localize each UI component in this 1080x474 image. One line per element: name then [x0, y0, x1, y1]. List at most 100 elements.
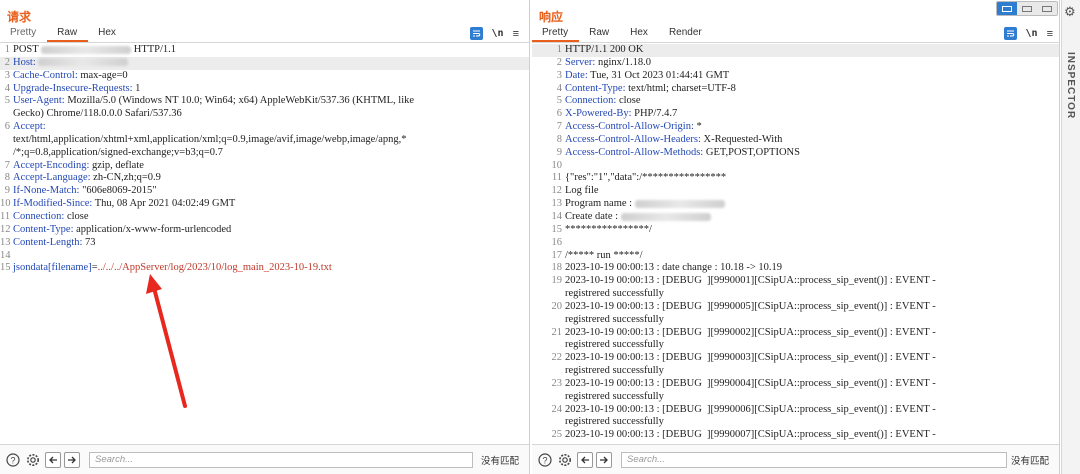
arrow-right-icon[interactable] [596, 451, 612, 468]
hamburger-menu-icon[interactable]: ≡ [1047, 28, 1053, 40]
tab-raw[interactable]: Raw [47, 24, 89, 42]
request-search-bar: ? Search... 没有匹配 [0, 444, 529, 474]
request-editor[interactable]: 1 POST HTTP/1.1 2 Host: 3 Cache-Control: max… [0, 44, 529, 444]
text-segment: GET,POST,OPTIONS [703, 146, 800, 158]
header-name: Host: [13, 56, 36, 68]
text-segment: application/x-www-form-urlencoded [73, 223, 232, 235]
header-name: Connection: [13, 210, 65, 222]
arrow-right-icon[interactable] [64, 451, 80, 468]
show-newlines-icon[interactable]: \n [1026, 28, 1038, 39]
line-text: 2023-10-19 00:00:13 : date change : 10.1… [565, 262, 1059, 275]
line-text: 2023-10-19 00:00:13 : [DEBUG ][9990007][… [565, 429, 1059, 442]
line-number: 1 [4, 44, 10, 55]
line-number [532, 365, 565, 378]
line-number: 15 [0, 262, 11, 274]
line-number: 18 [551, 262, 563, 274]
code-line: 19 2023-10-19 00:00:13 : [DEBUG ][9990001… [532, 275, 1059, 288]
line-text: Content-Length: 73 [13, 237, 529, 250]
wrap-lines-icon[interactable] [469, 27, 483, 40]
line-number: 2 [556, 56, 562, 68]
line-number: 13 [0, 236, 11, 248]
request-toolbar: \n ≡ [469, 27, 519, 40]
layout-tabs-button[interactable] [1037, 2, 1057, 15]
help-icon[interactable]: ? [5, 452, 20, 467]
line-number [532, 314, 565, 327]
tab-hex[interactable]: Hex [88, 24, 127, 42]
code-line: 6 Accept: [0, 121, 529, 134]
text-segment: text/html,application/xhtml+xml,applicat… [13, 133, 407, 145]
gear-icon[interactable] [557, 452, 572, 467]
text-segment: registrered successfully [565, 390, 664, 402]
text-segment: 73 [82, 236, 96, 248]
line-text: Gecko) Chrome/118.0.0.0 Safari/537.36 [13, 108, 529, 121]
gear-icon[interactable] [25, 452, 40, 467]
line-text: registrered successfully [565, 288, 1059, 301]
arrow-left-icon[interactable] [577, 451, 593, 468]
text-segment: 2023-10-19 00:00:13 : [DEBUG ][9990003][… [565, 352, 936, 364]
code-line: 23 2023-10-19 00:00:13 : [DEBUG ][9990004… [532, 378, 1059, 391]
line-number: 15 [551, 223, 563, 235]
line-text: Program name : [565, 198, 1059, 211]
gear-icon[interactable]: ⚙ [1064, 4, 1076, 20]
inspector-sidebar[interactable]: ⚙ INSPECTOR [1061, 0, 1080, 474]
text-segment: X-Requested-With [700, 133, 783, 145]
line-text: Date: Tue, 31 Oct 2023 01:44:41 GMT [565, 70, 1059, 83]
header-name: Accept-Encoding: [13, 159, 90, 171]
code-line: 4 Content-Type: text/html; charset=UTF-8 [532, 83, 1059, 96]
line-number: 16 [551, 236, 563, 248]
line-text: Accept: [13, 121, 529, 134]
text-segment: 2023-10-19 00:00:13 : [DEBUG ][9990004][… [565, 377, 936, 389]
redacted-text [620, 212, 711, 221]
line-number [0, 108, 13, 121]
tab-hex[interactable]: Hex [620, 24, 659, 42]
hamburger-menu-icon[interactable]: ≡ [513, 28, 519, 40]
line-number: 3 [4, 69, 10, 81]
line-text: Server: nginx/1.18.0 [565, 57, 1059, 70]
wrap-lines-icon[interactable] [1003, 27, 1017, 40]
code-line: 17/***** run *****/ [532, 250, 1059, 263]
line-text: POST HTTP/1.1 [13, 44, 529, 57]
line-text: Create date : [565, 211, 1059, 224]
tab-pretty[interactable]: Pretty [0, 24, 47, 42]
text-segment: 2023-10-19 00:00:13 : [DEBUG ][9990006][… [565, 403, 936, 415]
help-icon[interactable]: ? [537, 452, 552, 467]
line-number: 12 [0, 223, 11, 235]
code-line: 14 [0, 250, 529, 263]
text-segment: gzip, deflate [89, 159, 144, 171]
tab-pretty[interactable]: Pretty [532, 24, 580, 42]
response-search-bar: ? Search... 没有匹配 [532, 444, 1059, 474]
inspector-label: INSPECTOR [1065, 52, 1076, 120]
code-line: Gecko) Chrome/118.0.0.0 Safari/537.36 [0, 108, 529, 121]
search-input[interactable]: Search... [89, 451, 473, 468]
code-line: 4 Upgrade-Insecure-Requests: 1 [0, 83, 529, 96]
code-line: 8 Access-Control-Allow-Headers: X-Request… [532, 134, 1059, 147]
layout-stacked-button[interactable] [1017, 2, 1037, 15]
show-newlines-icon[interactable]: \n [492, 28, 504, 39]
response-tabs: Pretty Raw Hex Render [532, 24, 713, 42]
code-line: /*;q=0.8,application/signed-exchange;v=b… [0, 147, 529, 160]
code-line: registrered successfully [532, 339, 1059, 352]
tab-render[interactable]: Render [659, 24, 713, 42]
arrow-left-icon[interactable] [45, 451, 61, 468]
code-line: 9 Access-Control-Allow-Methods: GET,POST,… [532, 147, 1059, 160]
code-line: 8 Accept-Language: zh-CN,zh;q=0.9 [0, 172, 529, 185]
line-text: /***** run *****/ [565, 250, 1059, 263]
line-text: /*;q=0.8,application/signed-exchange;v=b… [13, 147, 529, 160]
code-line: 25 2023-10-19 00:00:13 : [DEBUG ][9990007… [532, 429, 1059, 442]
text-segment: {"res":"1","data":/**************** [565, 172, 727, 184]
line-number: 13 [551, 198, 563, 210]
text-segment: Create date : [565, 210, 621, 222]
code-line: 12 Content-Type: application/x-www-form-u… [0, 224, 529, 237]
code-line: 24 2023-10-19 00:00:13 : [DEBUG ][9990006… [532, 404, 1059, 417]
layout-side-by-side-button[interactable] [997, 2, 1017, 15]
text-segment: HTTP/1.1 [131, 44, 177, 55]
search-input[interactable]: Search... [621, 451, 1007, 468]
param-name: jsondata[filename] [13, 262, 92, 274]
line-text: If-None-Match: "606e8069-2015" [13, 185, 529, 198]
tab-raw[interactable]: Raw [579, 24, 620, 42]
line-number: 4 [556, 82, 562, 94]
line-text: HTTP/1.1 200 OK [565, 44, 1059, 57]
line-number: 23 [551, 377, 563, 389]
text-segment: close [64, 210, 89, 222]
response-editor[interactable]: 1 HTTP/1.1 200 OK 2 Server: nginx/1.18.0 3 Da… [532, 44, 1059, 444]
